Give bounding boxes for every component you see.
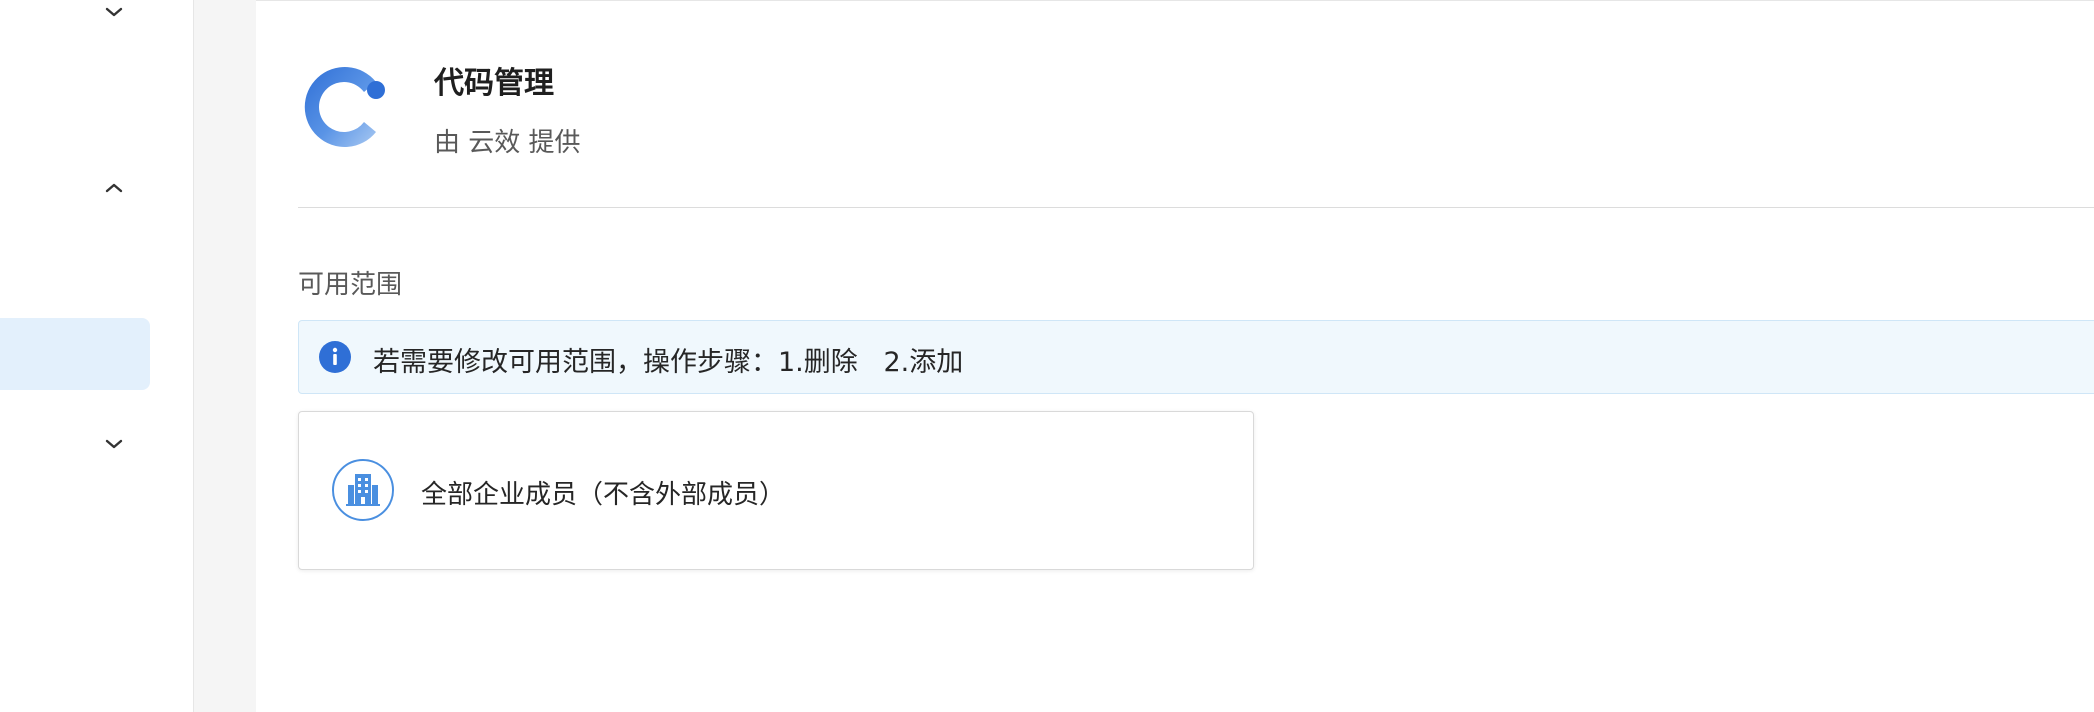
building-icon bbox=[331, 458, 395, 522]
sidebar-item-active[interactable] bbox=[0, 318, 150, 390]
notice-text: 若需要修改可用范围，操作步骤：1.删除 2.添加 bbox=[373, 347, 964, 378]
member-scope-label: 全部企业成员（不含外部成员） bbox=[421, 480, 786, 510]
sidebar bbox=[0, 0, 193, 712]
chevron-up-icon[interactable] bbox=[102, 176, 126, 200]
member-scope-card[interactable]: 全部企业成员（不含外部成员） bbox=[298, 411, 1254, 570]
scope-section-title: 可用范围 bbox=[298, 270, 403, 300]
sidebar-gutter bbox=[193, 0, 257, 712]
app-provider: 由 云效 提供 bbox=[434, 128, 581, 158]
info-icon bbox=[319, 341, 351, 373]
chevron-down-icon[interactable] bbox=[102, 0, 126, 24]
scope-notice: 若需要修改可用范围，操作步骤：1.删除 2.添加 bbox=[298, 320, 2094, 394]
divider bbox=[298, 207, 2094, 208]
chevron-down-icon[interactable] bbox=[102, 432, 126, 456]
codeup-logo-icon bbox=[298, 60, 392, 154]
app-title: 代码管理 bbox=[434, 66, 554, 101]
